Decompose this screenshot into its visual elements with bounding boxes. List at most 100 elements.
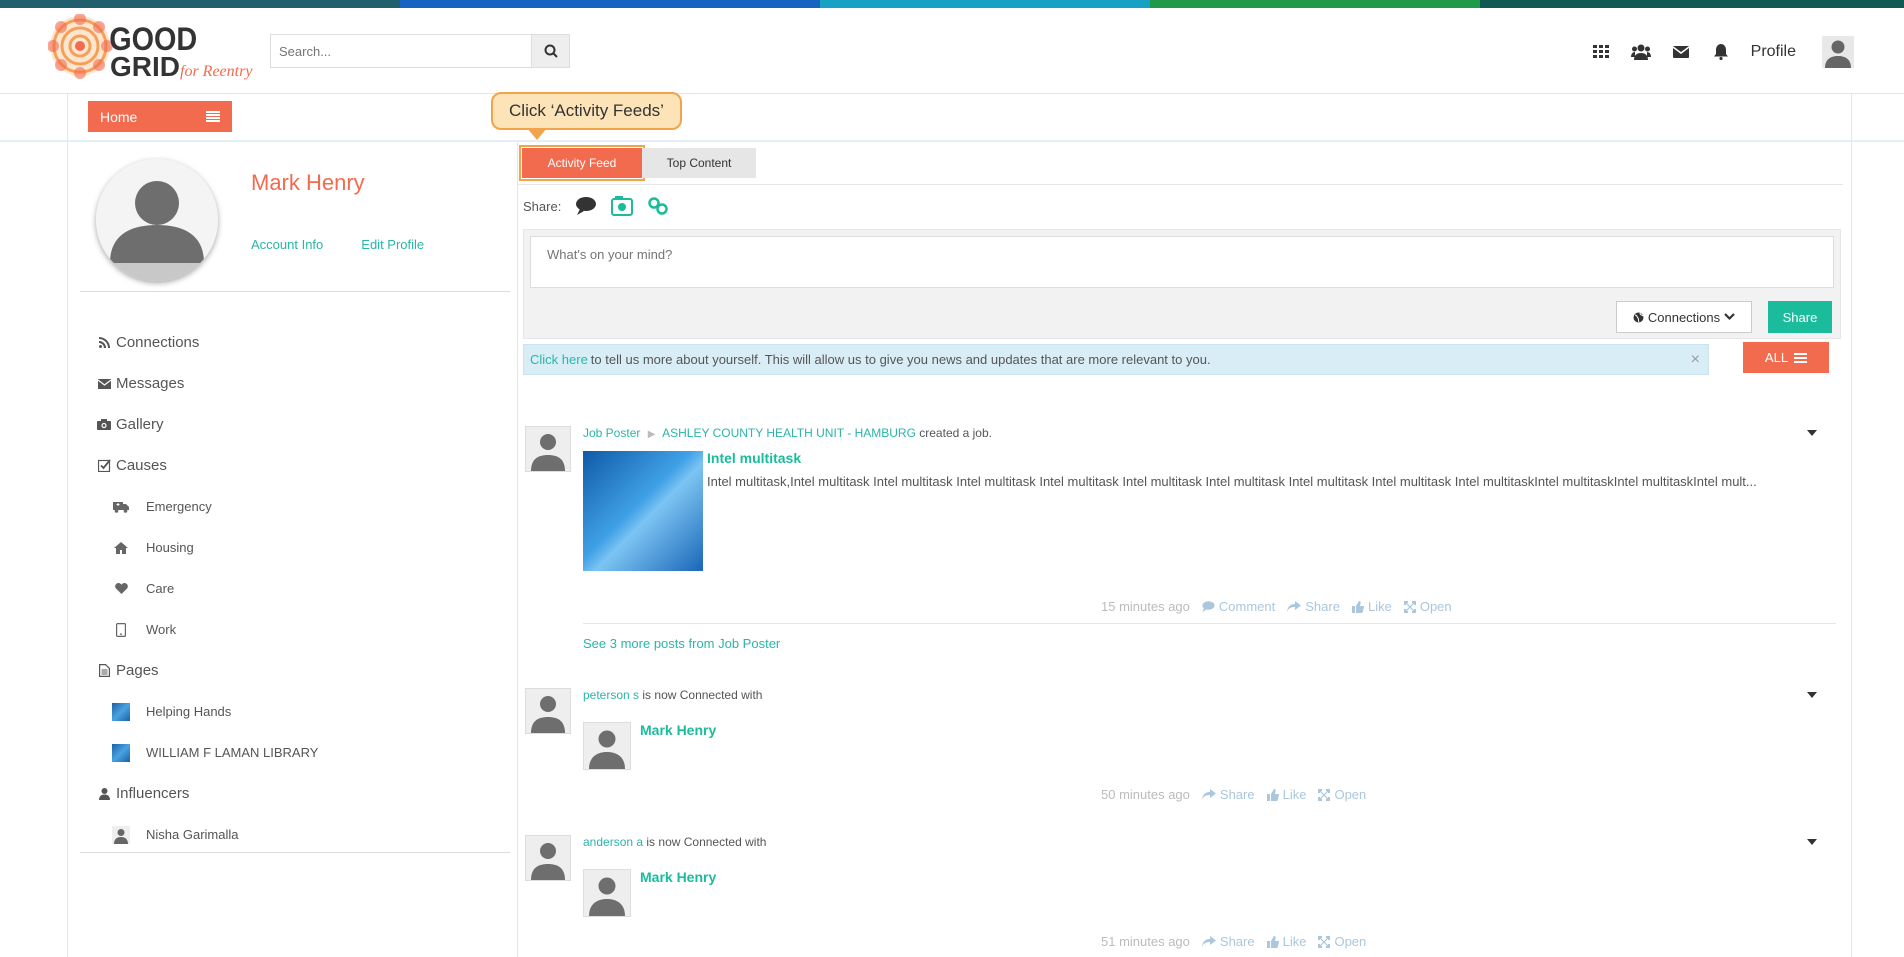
like-button[interactable]: Like [1266, 787, 1307, 802]
sidebar-item-gallery[interactable]: Gallery [96, 404, 496, 445]
sidebar-subitem-work[interactable]: Work [96, 609, 496, 650]
frame-left-border [67, 142, 68, 957]
user-avatar[interactable] [1822, 36, 1854, 68]
document-icon [96, 664, 112, 677]
status-input[interactable] [530, 236, 1834, 288]
share-action[interactable]: Share [1201, 934, 1255, 949]
sidebar-subitem-care[interactable]: Care [96, 568, 496, 609]
connected-user-name[interactable]: Mark Henry [640, 722, 716, 738]
click-here-link[interactable]: Click here [530, 352, 588, 367]
sidebar-subitem-emergency[interactable]: Emergency [96, 486, 496, 527]
profile-info-banner: Click here to tell us more about yoursel… [523, 344, 1709, 375]
group-icon[interactable] [1621, 32, 1661, 72]
feed-post: peterson s is now Connected with Mark He… [525, 688, 1843, 788]
post-options-dropdown[interactable] [1807, 430, 1817, 436]
account-info-link[interactable]: Account Info [251, 237, 323, 252]
home-menu-button[interactable]: Home [88, 101, 232, 132]
globe-icon [1633, 312, 1644, 322]
open-button[interactable]: Open [1318, 934, 1366, 949]
post-author-link[interactable]: anderson a [583, 835, 643, 849]
sidebar-subitem-nisha[interactable]: Nisha Garimalla [96, 814, 496, 855]
link-icon[interactable] [647, 196, 669, 216]
post-target-link[interactable]: ASHLEY COUNTY HEALTH UNIT - HAMBURG [662, 426, 916, 440]
post-time: 15 minutes ago [1101, 599, 1190, 614]
post-description: Intel multitask,Intel multitask Intel mu… [707, 474, 1757, 489]
connected-user-avatar[interactable] [583, 722, 631, 770]
share-action[interactable]: Share [1287, 599, 1340, 614]
share-icon [1201, 936, 1216, 947]
banner-text: to tell us more about yourself. This wil… [590, 352, 1211, 367]
post-header: anderson a is now Connected with [583, 835, 766, 849]
share-label: Share [1219, 787, 1255, 802]
post-title-link[interactable]: Intel multitask [707, 450, 801, 466]
envelope-icon[interactable] [1661, 32, 1701, 72]
see-more-posts-link[interactable]: See 3 more posts from Job Poster [583, 636, 780, 651]
svg-text:GRID: GRID [110, 51, 180, 82]
audience-dropdown[interactable]: Connections [1616, 301, 1752, 333]
post-image[interactable] [583, 451, 703, 571]
post-avatar[interactable] [525, 835, 571, 881]
post-verb: is now Connected with [642, 688, 763, 702]
like-button[interactable]: Like [1351, 599, 1392, 614]
post-avatar[interactable] [525, 426, 571, 472]
post-author-link[interactable]: Job Poster [583, 426, 640, 440]
list-icon [1794, 352, 1808, 363]
open-button[interactable]: Open [1403, 599, 1452, 614]
audience-label: Connections [1647, 309, 1721, 325]
nav-bar: Home [0, 94, 1904, 142]
profile-link[interactable]: Profile [1751, 43, 1796, 61]
search-input[interactable] [271, 35, 531, 67]
page-thumbnail [112, 702, 130, 721]
sidebar-subitem-housing[interactable]: Housing [96, 527, 496, 568]
like-label: Like [1282, 787, 1307, 802]
profile-avatar[interactable] [96, 159, 218, 281]
share-button[interactable]: Share [1768, 301, 1832, 333]
post-options-dropdown[interactable] [1807, 692, 1817, 698]
like-label: Like [1367, 599, 1392, 614]
sidebar-item-causes[interactable]: Causes [96, 445, 496, 486]
edit-profile-link[interactable]: Edit Profile [361, 237, 424, 252]
subitem-label: Emergency [146, 499, 212, 514]
tab-activity-feed[interactable]: Activity Feed [519, 145, 645, 181]
post-author-link[interactable]: peterson s [583, 688, 639, 702]
sidebar-item-messages[interactable]: Messages [96, 363, 496, 404]
share-type-bar: Share: [523, 196, 669, 216]
column-divider [517, 142, 518, 957]
sidebar-item-pages[interactable]: Pages [96, 650, 496, 691]
expand-icon [1318, 935, 1331, 948]
like-button[interactable]: Like [1266, 934, 1306, 949]
user-name[interactable]: Mark Henry [251, 170, 365, 196]
tab-top-content[interactable]: Top Content [642, 148, 756, 178]
connected-user-avatar[interactable] [583, 869, 631, 917]
subitem-label: Nisha Garimalla [146, 827, 239, 842]
sidebar-item-influencers[interactable]: Influencers [96, 773, 496, 814]
photo-icon[interactable] [611, 196, 634, 216]
filter-all-button[interactable]: ALL [1743, 342, 1829, 373]
bell-icon[interactable] [1701, 32, 1741, 72]
site-logo[interactable]: GOOD GRID for Reentry [47, 13, 264, 94]
close-icon[interactable]: × [1691, 351, 1700, 369]
post-actions: 51 minutes ago Share Like Open [1101, 934, 1366, 949]
apps-grid-icon[interactable] [1581, 32, 1621, 72]
post-avatar[interactable] [525, 688, 571, 734]
checkbox-icon [96, 459, 112, 472]
tabs-divider [518, 184, 1843, 185]
sidebar-subitem-library[interactable]: WILLIAM F LAMAN LIBRARY [96, 732, 496, 773]
user-icon [96, 787, 112, 800]
thumbs-up-icon [1266, 788, 1279, 801]
open-button[interactable]: Open [1318, 787, 1366, 802]
subitem-label: WILLIAM F LAMAN LIBRARY [146, 745, 319, 760]
comment-icon[interactable] [575, 196, 597, 216]
sidebar-divider-bottom [80, 852, 510, 853]
sidebar-item-connections[interactable]: Connections [96, 322, 496, 363]
comment-button[interactable]: Comment [1202, 599, 1275, 614]
sidebar-menu: Connections Messages Gallery Causes Emer… [96, 322, 496, 855]
sidebar-subitem-helping-hands[interactable]: Helping Hands [96, 691, 496, 732]
share-action[interactable]: Share [1201, 787, 1255, 802]
connected-user-name[interactable]: Mark Henry [640, 869, 716, 885]
heart-icon [112, 583, 130, 594]
search-button[interactable] [531, 35, 569, 67]
post-options-dropdown[interactable] [1807, 839, 1817, 845]
filter-label: ALL [1764, 350, 1789, 365]
thumbs-up-icon [1266, 935, 1279, 948]
